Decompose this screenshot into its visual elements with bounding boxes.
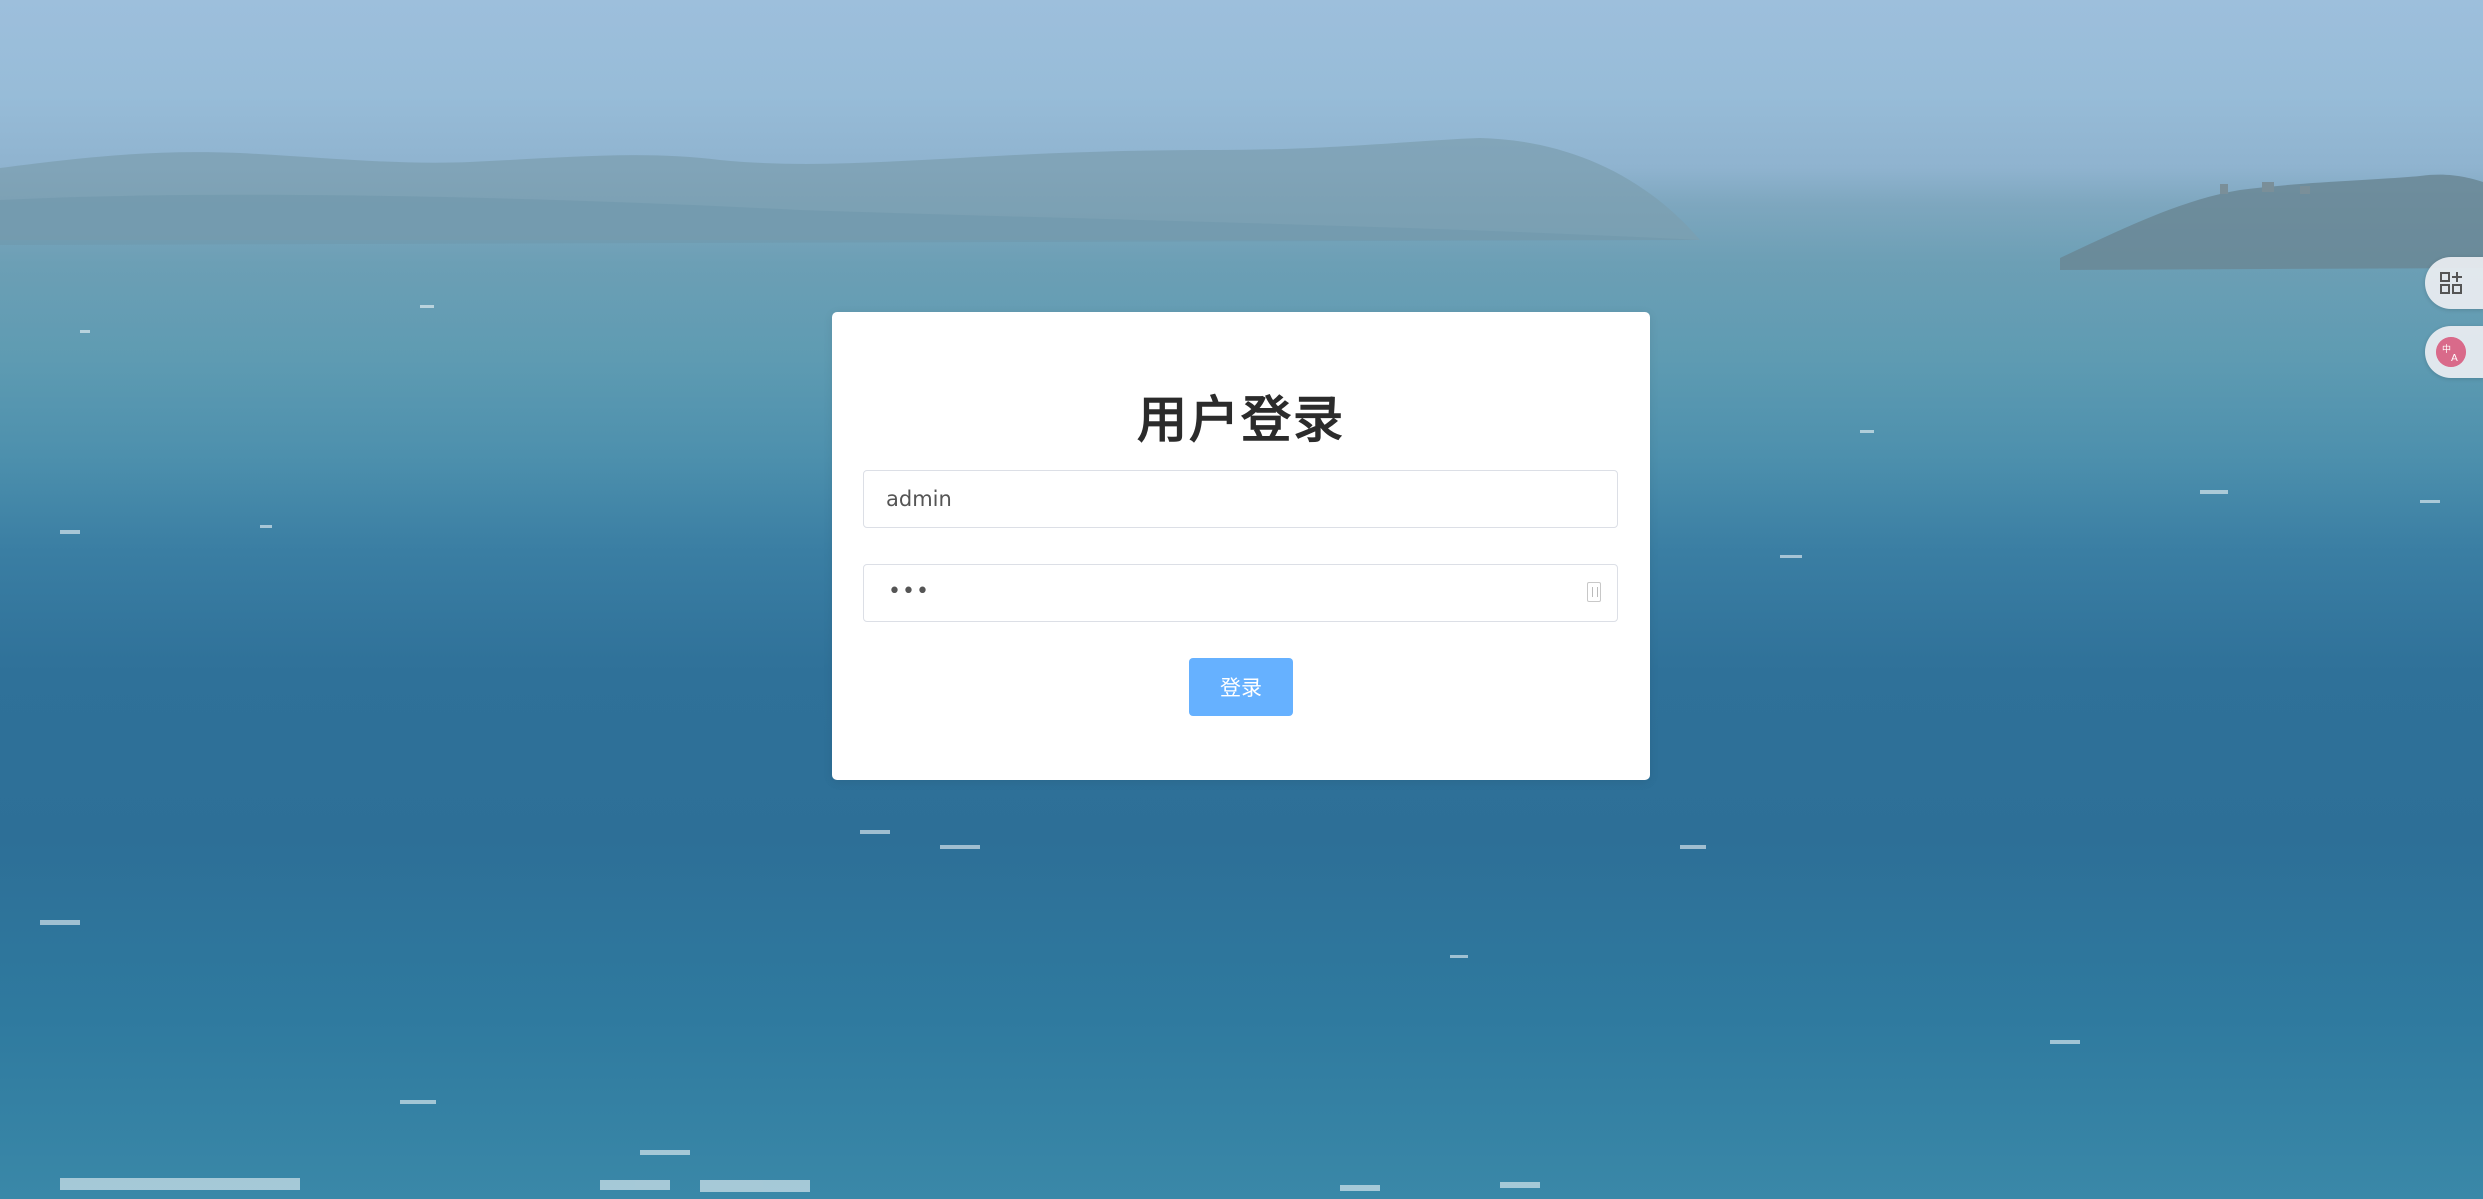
translate-side-button[interactable]: 中 A xyxy=(2425,326,2483,378)
username-field[interactable] xyxy=(863,470,1618,528)
apps-side-button[interactable] xyxy=(2425,257,2483,309)
login-card: 用户登录 ••• 登录 xyxy=(832,312,1650,780)
svg-text:中: 中 xyxy=(2442,343,2451,355)
password-mask[interactable]: ••• xyxy=(888,579,930,604)
login-button[interactable]: 登录 xyxy=(1189,658,1293,716)
password-field[interactable]: ••• xyxy=(863,564,1618,622)
apps-add-icon xyxy=(2440,272,2462,294)
login-title: 用户登录 xyxy=(1137,391,1345,449)
password-reveal-icon[interactable] xyxy=(1587,582,1601,602)
svg-text:A: A xyxy=(2451,353,2458,364)
translate-icon: 中 A xyxy=(2436,337,2466,367)
username-input[interactable] xyxy=(864,471,1617,527)
